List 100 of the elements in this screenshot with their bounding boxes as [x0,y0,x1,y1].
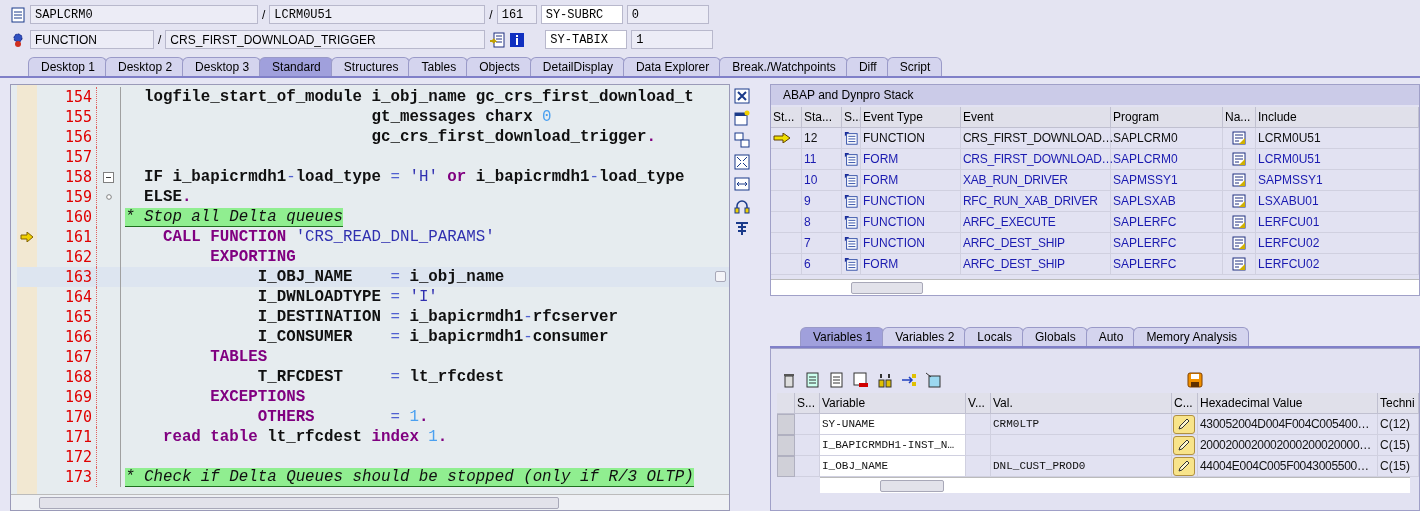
table-cell: LCRM0U51 [1256,149,1419,170]
maximize-icon[interactable] [734,154,750,170]
table-cell: SAPLERFC [1111,233,1223,254]
close-icon[interactable] [734,88,750,104]
source-code-icon[interactable] [1231,214,1247,230]
table-cell: I_OBJ_NAME [820,456,966,477]
line-field[interactable]: 161 [496,5,537,24]
code-line: CALL FUNCTION 'CRS_READ_DNL_PARAMS' [161,227,495,247]
document-icon[interactable] [805,372,821,388]
column-header[interactable]: Variable [820,393,966,414]
tab[interactable]: Desktop 1 [28,57,108,76]
info-icon[interactable] [509,31,526,48]
scrollbar-thumb[interactable] [39,496,559,509]
tab[interactable]: Diff [845,57,889,76]
tab[interactable]: Variables 2 [882,327,967,346]
column-header[interactable]: S... [795,393,820,414]
column-header[interactable]: Val. [991,393,1172,414]
tab[interactable]: Objects [466,57,532,76]
column-header[interactable]: Na... [1223,107,1256,128]
include-field[interactable]: LCRM0U51 [269,5,486,24]
source-code-icon[interactable] [1231,130,1247,146]
column-header[interactable]: Include [1256,107,1419,128]
source-code-icon[interactable] [1231,193,1247,209]
scrollbar-thumb[interactable] [715,271,726,282]
tab[interactable]: Structures [330,57,411,76]
code-line: EXPORTING [209,247,296,267]
save-icon[interactable] [1187,372,1203,388]
code-line: I_DWNLOADTYPE = 'I' [256,287,438,307]
code-line: TABLES [209,347,268,367]
tab[interactable]: Data Explorer [622,57,722,76]
column-header[interactable]: C... [1172,393,1198,414]
program-field[interactable]: SAPLCRM0 [30,5,258,24]
scrollbar[interactable] [771,279,1419,295]
tool-icon[interactable] [734,220,750,236]
column-header[interactable]: Event Type [861,107,961,128]
table-cell: ARFC_DEST_SHIP [961,254,1111,275]
scrollbar-thumb[interactable] [851,281,923,294]
tab[interactable]: Desktop 3 [182,57,262,76]
column-header[interactable]: Program [1111,107,1223,128]
edit-button[interactable] [1173,414,1195,434]
column-header[interactable]: Techni [1378,393,1419,414]
tab[interactable]: Standard [259,57,333,76]
share-icon[interactable] [901,372,917,388]
tab[interactable]: Break./Watchpoints [719,57,848,76]
column-header[interactable]: Hexadecimal Value [1198,393,1378,414]
tab[interactable]: Tables [408,57,469,76]
table-cell: SAPLERFC [1111,254,1223,275]
filter-icon[interactable] [925,372,941,388]
new-window-icon[interactable] [734,110,750,126]
line-number: 166 [37,327,97,347]
table-cell: SAPLCRM0 [1111,128,1223,149]
table-cell: C(15) [1378,435,1419,456]
list-icon [844,151,858,167]
source-code-icon[interactable] [1231,256,1247,272]
tab[interactable]: Desktop 2 [105,57,185,76]
column-header[interactable]: V... [966,393,991,414]
tab[interactable]: DetailDisplay [529,57,625,76]
scrollbar[interactable] [11,494,729,510]
headset-icon[interactable] [734,198,750,214]
table-cell: RFC_RUN_XAB_DRIVER [961,191,1111,212]
expand-width-icon[interactable] [734,176,750,192]
system-variable-value[interactable]: 1 [631,30,714,49]
scrollbar[interactable] [820,477,1410,493]
table-cell: CRM0LTP [991,414,1172,435]
tab[interactable]: Locals [964,327,1024,346]
column-header[interactable]: S... [842,107,861,128]
source-code-icon[interactable] [1231,151,1247,167]
system-variable-value[interactable]: 0 [626,5,709,24]
swap-windows-icon[interactable] [734,132,750,148]
document-icon[interactable] [829,372,845,388]
list-icon [844,193,858,209]
source-code-icon[interactable] [1231,235,1247,251]
table-cell: FORM [861,170,961,191]
tab[interactable]: Memory Analysis [1133,327,1250,346]
tab[interactable]: Variables 1 [800,327,885,346]
event-type-field[interactable]: FUNCTION [30,30,154,49]
document-icon[interactable] [10,6,26,23]
edit-button[interactable] [1173,435,1195,455]
scrollbar-thumb[interactable] [880,479,944,492]
system-variable-name: SY-SUBRC [540,5,623,24]
line-number: 168 [37,367,97,387]
hierarchy-icon[interactable] [877,372,893,388]
code-line: OTHERS = 1. [256,407,429,427]
code-line: ELSE. [142,187,192,207]
trash-icon[interactable] [781,372,797,388]
column-header[interactable]: St... [771,107,802,128]
line-number: 156 [37,127,97,147]
delete-rows-icon[interactable] [853,372,869,388]
table-cell: 8 [802,212,842,233]
column-header[interactable]: Event [961,107,1111,128]
tab[interactable]: Globals [1022,327,1088,346]
edit-button[interactable] [1173,456,1195,476]
source-code-icon[interactable] [1231,172,1247,188]
list-icon [844,235,858,251]
tab[interactable]: Script [886,57,943,76]
tab[interactable]: Auto [1085,327,1136,346]
event-field[interactable]: CRS_FIRST_DOWNLOAD_TRIGGER [165,30,486,49]
collapse-icon[interactable] [103,171,114,183]
table-cell: SAPMSSY1 [1256,170,1419,191]
column-header[interactable]: Sta... [802,107,842,128]
